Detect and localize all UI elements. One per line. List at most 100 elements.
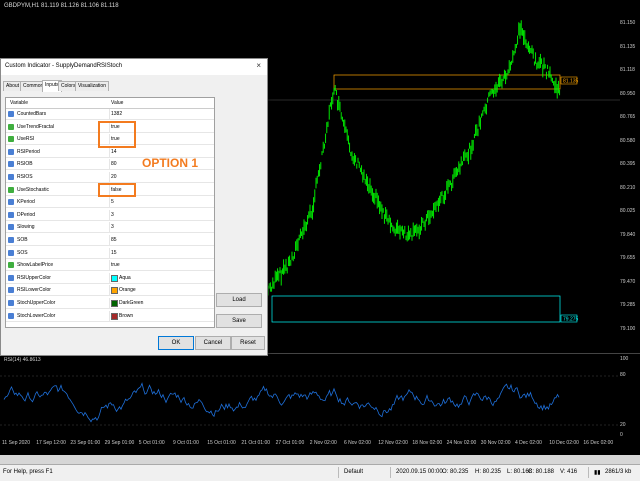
variable-value[interactable]: Aqua: [119, 275, 131, 281]
variable-name: Slowing: [17, 224, 35, 231]
price-axis-label: 80.395: [620, 161, 636, 167]
number-icon: [8, 237, 14, 243]
rsi-axis-label: 80: [620, 372, 626, 378]
variable-value[interactable]: 15: [111, 250, 117, 256]
time-axis-label: 21 Oct 01:00: [241, 440, 271, 446]
rsi-line: [3, 382, 560, 423]
status-high: H: 80.235: [475, 469, 502, 475]
table-row[interactable]: SOB 85: [6, 235, 214, 246]
status-datetime: 2020.09.15 00:00: [396, 469, 443, 475]
time-axis-label: 30 Nov 02:00: [480, 440, 511, 446]
variable-value[interactable]: Brown: [119, 313, 133, 319]
variable-name: RSIOS: [17, 174, 33, 180]
rsi-subwindow[interactable]: RSI(14) 46.8613 100 80 20 0: [0, 353, 640, 438]
variable-value[interactable]: 3: [111, 224, 114, 230]
table-row[interactable]: StochLowerColor Brown: [6, 310, 214, 322]
status-separator: [390, 467, 391, 478]
status-help: For Help, press F1: [3, 469, 53, 475]
time-axis-label: 27 Oct 01:00: [275, 440, 305, 446]
status-bar: For Help, press F1 Default 2020.09.15 00…: [0, 464, 640, 481]
time-axis-label: 5 Oct 01:00: [138, 440, 165, 446]
variable-value[interactable]: 3: [111, 212, 114, 218]
number-icon: [8, 174, 14, 180]
chart-tab-strip[interactable]: [0, 455, 640, 464]
boolean-icon: [8, 186, 14, 193]
connection-icon: ▮▮: [594, 470, 601, 476]
number-icon: [8, 211, 14, 218]
price-axis-label: 79.840: [620, 231, 636, 238]
column-header-value: Value: [111, 100, 124, 106]
dialog-titlebar[interactable]: Custom Indicator - SupplyDemandRSIStoch …: [1, 59, 267, 75]
table-row[interactable]: RSIOS 20: [6, 172, 214, 183]
close-icon[interactable]: ×: [256, 61, 261, 70]
time-axis-label: 4 Dec 02:00: [515, 440, 542, 446]
variable-value[interactable]: DarkGreen: [119, 300, 143, 306]
variable-value[interactable]: 20: [111, 174, 117, 180]
status-close: C: 80.188: [528, 469, 555, 475]
variable-name: DPeriod: [17, 211, 36, 218]
upper-level-label: 81.135: [563, 79, 579, 85]
table-row[interactable]: ShowLabelPrice true: [6, 260, 214, 272]
variable-value[interactable]: 85: [111, 237, 117, 243]
table-row[interactable]: KPeriod 5: [6, 197, 214, 209]
table-row[interactable]: DPeriod 3: [6, 209, 214, 221]
highlight-box-trend-rsi: [98, 121, 136, 148]
variable-name: StochUpperColor: [17, 300, 56, 306]
price-axis-label: 80.765: [620, 114, 636, 120]
price-axis-label: 79.470: [620, 278, 636, 285]
variable-name: CountedBars: [17, 111, 47, 117]
time-axis: 11 Sep 2020 17 Sep 12:00 23 Sep 01:00 29 Se…: [0, 437, 640, 455]
time-axis-label: 10 Dec 02:00: [549, 440, 579, 446]
price-axis-label: 81.118: [620, 67, 635, 73]
variable-value[interactable]: 14: [111, 149, 117, 155]
status-separator: [338, 467, 339, 478]
color-icon: [8, 287, 14, 294]
color-swatch: [111, 287, 118, 295]
column-separator: [109, 197, 110, 208]
table-row[interactable]: SOS 15: [6, 247, 214, 259]
table-row[interactable]: Slowing 3: [6, 222, 214, 234]
lower-level-label: 79.275: [563, 317, 579, 323]
variable-name: StochLowerColor: [17, 312, 56, 319]
variable-name: UseStochastic: [17, 186, 49, 193]
boolean-icon: [8, 123, 14, 130]
variable-value[interactable]: 80: [111, 161, 117, 167]
tab-visualization[interactable]: Visualization: [75, 81, 109, 91]
time-axis-label: 16 Dec 02:00: [583, 440, 614, 446]
variable-name: RSILowerColor: [17, 287, 51, 294]
load-button[interactable]: Load: [216, 293, 262, 307]
dialog-title: Custom Indicator - SupplyDemandRSIStoch: [5, 63, 123, 69]
price-axis-label: 79.100: [620, 325, 636, 332]
table-row[interactable]: CountedBars 1382: [6, 109, 214, 120]
cancel-button[interactable]: Cancel: [195, 336, 231, 350]
column-header-variable: Variable: [10, 100, 28, 106]
price-axis-label: 80.580: [620, 137, 636, 144]
variable-value[interactable]: Orange: [119, 287, 136, 293]
variable-name: ShowLabelPrice: [17, 262, 54, 269]
ok-button[interactable]: OK: [158, 336, 194, 350]
color-swatch: [111, 274, 118, 282]
column-separator: [109, 298, 110, 308]
supply-zone: [333, 74, 561, 90]
rsi-canvas[interactable]: [0, 354, 640, 438]
column-separator: [109, 285, 110, 296]
column-separator: [109, 146, 110, 157]
time-axis-label: 24 Nov 02:00: [446, 440, 477, 446]
variable-value[interactable]: 1382: [111, 111, 122, 117]
variable-name: SOS: [17, 249, 28, 256]
variable-value[interactable]: true: [111, 262, 120, 268]
custom-indicator-dialog[interactable]: Custom Indicator - SupplyDemandRSIStoch …: [0, 58, 268, 356]
price-axis-label: 81.150: [620, 20, 636, 26]
variable-name: RSIPeriod: [17, 148, 40, 155]
table-row[interactable]: StochUpperColor DarkGreen: [6, 298, 214, 309]
time-axis-label: 29 Sep 01:00: [104, 440, 135, 446]
variable-value[interactable]: 5: [111, 199, 114, 205]
reset-button[interactable]: Reset: [231, 336, 265, 350]
color-swatch: [111, 300, 118, 307]
price-axis-label: 81.135: [620, 43, 636, 50]
table-row[interactable]: RSIUpperColor Aqua: [6, 272, 214, 284]
price-axis-label: 79.285: [620, 302, 636, 308]
time-axis-label: 23 Sep 01:00: [70, 440, 101, 446]
save-button[interactable]: Save: [216, 314, 262, 328]
table-row[interactable]: RSILowerColor Orange: [6, 285, 214, 297]
